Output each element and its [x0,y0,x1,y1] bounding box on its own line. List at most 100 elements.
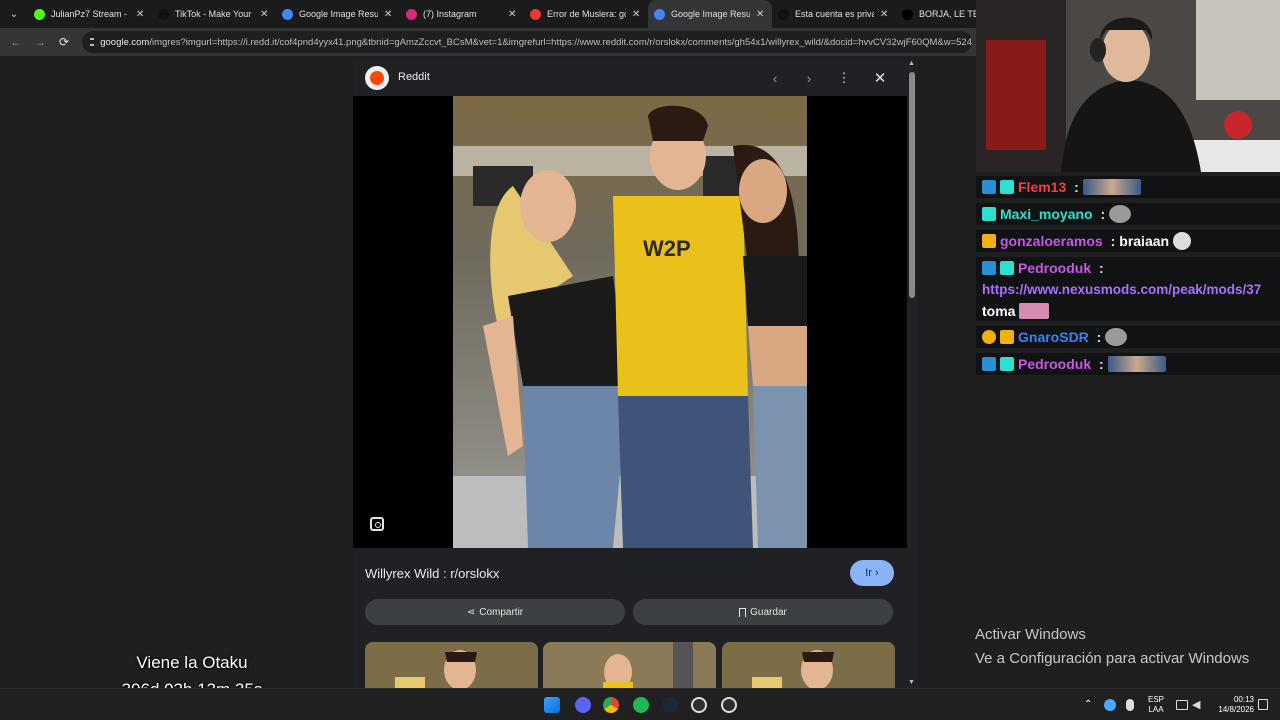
keyboard-layout: LAA [1148,705,1164,714]
browser-tab[interactable]: JulianPz7 Stream - Ki ✕ [28,0,152,28]
address-bar[interactable]: google.com/imgres?imgurl=https://i.redd.… [82,31,972,53]
language-code: ESP [1147,695,1164,704]
windows-start-icon[interactable] [544,697,560,713]
clock-date: 14/8/2026 [1218,705,1254,714]
image-title-link[interactable]: Willyrex Wild : r/orslokx [365,566,499,581]
image-frame: W2P [353,96,907,548]
tab-title: TikTok - Make Your D [175,9,254,19]
browser-tab[interactable]: Google Image Result ✕ [648,0,772,28]
site-info-icon[interactable] [90,38,95,46]
tab-close-icon[interactable]: ✕ [508,9,518,20]
browser-tab[interactable]: TikTok - Make Your D ✕ [152,0,276,28]
chat-username[interactable]: Pedrooduk [1018,356,1091,372]
tab-close-icon[interactable]: ✕ [384,9,394,20]
chat-emote [1019,303,1050,319]
forward-icon[interactable]: → [28,30,52,54]
scroll-down-icon[interactable]: ▼ [908,679,915,686]
kick-icon [34,8,45,20]
browser-tab[interactable]: Esta cuenta es privad ✕ [772,0,896,28]
onedrive-icon[interactable] [1104,699,1116,711]
browser-tab[interactable]: (7) Instagram ✕ [400,0,524,28]
chat-username[interactable]: GnaroSDR [1018,329,1089,345]
chat-username[interactable]: Maxi_moyano [1000,206,1093,222]
source-site-name[interactable]: Reddit [398,71,430,83]
language-indicator[interactable]: ESP LAA [1146,695,1166,715]
browser-tab[interactable]: Error de Muslera: gol ✕ [524,0,648,28]
related-image-thumbnail[interactable] [543,642,716,688]
gift-badge-icon [982,330,996,344]
save-button[interactable]: Guardar [633,599,893,625]
chrome-icon[interactable] [603,697,619,713]
browser-tab[interactable]: Google Image Result ✕ [276,0,400,28]
tab-title: Esta cuenta es privad [795,9,874,19]
chat-username[interactable]: Pedrooduk [1018,260,1091,276]
image-viewer-panel: Reddit ‹ › ⋮ ✕ W2P Willyrex Wild: r/ors… [353,60,907,688]
address-host: google.com [100,36,150,48]
address-path: /imgres?imgurl=https://i.redd.it/cof4pnd… [149,36,972,48]
preview-photo[interactable]: W2P [453,96,807,548]
tab-close-icon[interactable]: ✕ [632,9,642,20]
visit-button[interactable]: Ir › [850,560,894,586]
bookmark-icon [739,607,747,617]
related-image-thumbnail[interactable] [365,642,538,688]
subscriber-badge-icon [1000,180,1014,194]
previous-image-icon[interactable]: ‹ [765,68,785,88]
spotify-icon[interactable] [633,697,649,713]
chat-username[interactable]: Flem13 [1018,179,1066,195]
news-icon [530,8,541,20]
chat-username[interactable]: gonzaloeramos [1000,233,1103,249]
related-image-thumbnail[interactable] [722,642,895,688]
viewer-header: Reddit ‹ › ⋮ ✕ [353,60,907,96]
google-lens-icon[interactable] [370,517,384,531]
tab-title: JulianPz7 Stream - Ki [51,9,130,19]
chat-emote [1109,205,1132,223]
notification-icon[interactable] [1258,699,1268,710]
steam-icon[interactable] [662,697,678,713]
browser-tab[interactable]: BORJA, LE TENES [896,0,976,28]
tiktok-icon [778,8,789,20]
svg-text:W2P: W2P [643,236,691,261]
share-button[interactable]: ⋖ Compartir [365,599,625,625]
crown-badge-icon [982,234,996,248]
tab-close-icon[interactable]: ✕ [756,9,766,20]
tabs-container: JulianPz7 Stream - Ki ✕ TikTok - Make Your… [28,0,976,28]
clock-time: 00:13 [1233,695,1254,704]
tab-close-icon[interactable]: ✕ [136,9,146,20]
verified-badge-icon [982,357,996,371]
tab-title: Error de Muslera: gol [547,9,626,19]
network-icon[interactable] [1176,700,1188,710]
activate-windows-title: Activar Windows [975,626,1086,643]
chat-text: toma [982,303,1016,319]
discord-icon[interactable] [575,697,591,713]
scrollbar-thumb[interactable] [909,72,915,298]
clock[interactable]: 00:13 14/8/2026 [1210,695,1254,715]
next-image-icon[interactable]: › [799,68,819,88]
tab-search-chevron-icon[interactable]: ⌄ [0,0,28,28]
tray-overflow-chevron-icon[interactable]: ⌃ [1084,700,1092,710]
reddit-logo-icon [365,66,389,90]
taskbar: ⌃ ESP LAA ◀ 00:13 14/8/2026 [0,688,1280,720]
more-options-icon[interactable]: ⋮ [834,68,854,88]
tab-close-icon[interactable]: ✕ [260,9,270,20]
back-icon[interactable]: ← [4,30,28,54]
subscriber-badge-icon [982,207,996,221]
save-label: Guardar [750,606,787,618]
share-icon: ⋖ [466,606,476,618]
chat-message: Pedrooduk : https://www.nexusmods.com/pe… [976,257,1280,321]
tiktok-icon [158,8,169,20]
webcam-feed [976,0,1280,172]
obs-icon[interactable] [721,697,737,713]
reload-icon[interactable]: ⟳ [52,30,76,54]
tab-close-icon[interactable]: ✕ [880,9,890,20]
app-icon[interactable] [691,697,707,713]
chat-message: Flem13 : [976,176,1280,198]
chat-link[interactable]: https://www.nexusmods.com/peak/mods/37 [982,279,1261,301]
page-scrollbar[interactable]: ▲ ▼ [907,60,917,688]
close-icon[interactable]: ✕ [870,68,890,88]
microphone-icon[interactable] [1126,699,1134,711]
tab-title: (7) Instagram [423,9,477,19]
volume-icon[interactable]: ◀ [1192,699,1204,711]
stream-chat: Flem13 : Maxi_moyano : gonzaloeramos : b… [976,172,1280,688]
scroll-up-icon[interactable]: ▲ [908,60,915,67]
cat-emote-icon [1173,232,1192,250]
